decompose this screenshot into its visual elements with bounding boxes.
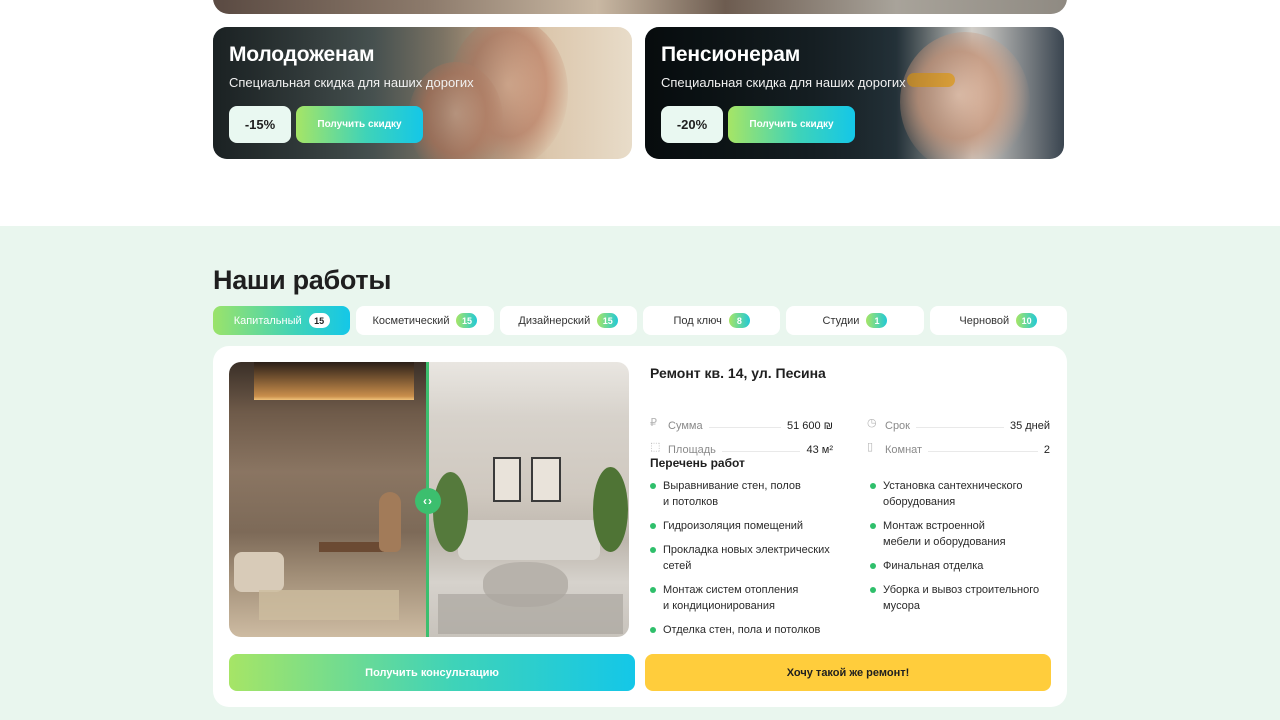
tab-rough[interactable]: Черновой 10 [929,306,1067,335]
clock-icon: ◷ [867,417,877,429]
list-item: Выравнивание стен, полов и потолков [650,478,801,510]
tab-label: Косметический [372,314,450,327]
discount-badge: -15% [229,106,291,143]
list-item: Гидроизоляция помещений [650,518,803,534]
section-title: Наши работы [213,265,392,295]
tab-label: Капитальный [233,314,302,327]
tab-turnkey[interactable]: Под ключ 8 [642,306,781,335]
list-item: Уборка и вывоз строительного мусора [870,582,1039,614]
spec-value: 2 [1043,444,1050,456]
works-section: Наши работы Капитальный 15 Косметический… [0,226,1280,720]
promo-subtitle: Специальная скидка для наших дорогих [229,75,474,90]
vase [379,492,401,552]
promo-card-newlyweds: Молодоженам Специальная скидка для наших… [213,27,632,159]
list-item: Установка сантехнического оборудования [870,478,1023,510]
wall-art [493,457,521,502]
list-item: Отделка стен, пола и потолков [650,622,820,638]
tab-capital[interactable]: Капитальный 15 [213,306,351,335]
spec-rooms: ▯ Комнат 2 [867,438,1050,457]
door-icon: ▯ [867,441,874,453]
list-item: Прокладка новых электрических сетей [650,542,830,574]
project-info: Ремонт кв. 14, ул. Песина ₽ Сумма 51 600… [650,362,1050,636]
before-image [229,362,428,637]
discount-badge: -20% [661,106,723,143]
spec-value: 51 600 ₪ [786,420,833,432]
tab-count: 15 [456,313,478,328]
previous-card-image [213,0,1067,14]
spec-label: Срок [885,420,910,432]
promo-subtitle: Специальная скидка для наших дорогих [661,75,906,90]
tab-studios[interactable]: Студии 1 [786,306,924,335]
get-consultation-button[interactable]: Получить консультацию [229,654,635,691]
sofa [458,520,600,560]
want-same-renovation-button[interactable]: Хочу такой же ремонт! [645,654,1051,691]
spec-label: Комнат [885,444,923,456]
spec-label: Площадь [668,444,716,456]
wall-art [531,457,561,502]
tab-count: 8 [728,313,750,328]
tab-cosmetic[interactable]: Косметический 15 [356,306,494,335]
spec-value: 35 дней [1009,420,1050,432]
get-discount-button[interactable]: Получить скидку [296,106,423,143]
spec-area: ⬚ Площадь 43 м² [650,438,833,457]
tab-count: 15 [597,313,619,328]
project-title: Ремонт кв. 14, ул. Песина [650,365,826,381]
project-card: ‹› Ремонт кв. 14, ул. Песина ₽ Сумма 51 … [213,346,1067,707]
promo-title: Пенсионерам [661,43,801,66]
promo-title: Молодоженам [229,43,375,66]
armchair [234,552,284,592]
tab-count: 1 [866,313,888,328]
spec-sum: ₽ Сумма 51 600 ₪ [650,414,833,433]
tab-label: Под ключ [673,314,722,327]
plant [593,467,628,552]
spec-value: 43 м² [806,444,833,456]
promo-card-pensioners: Пенсионерам Специальная скидка для наших… [645,27,1064,159]
rug [259,590,399,620]
before-after-slider[interactable]: ‹› [229,362,629,637]
after-image [428,362,629,637]
tab-label: Черновой [959,314,1010,327]
rug [438,594,623,634]
tab-count: 15 [308,313,330,328]
tab-label: Дизайнерский [518,314,591,327]
slider-handle-icon[interactable]: ‹› [415,488,441,514]
tab-label: Студии [822,314,860,327]
spec-term: ◷ Срок 35 дней [867,414,1050,433]
tab-designer[interactable]: Дизайнерский 15 [499,306,637,335]
page: Молодоженам Специальная скидка для наших… [0,0,1280,720]
list-item: Монтаж встроенной мебели и оборудования [870,518,1006,550]
ruble-icon: ₽ [650,417,657,429]
category-tabs: Капитальный 15 Косметический 15 Дизайнер… [213,306,1067,335]
get-discount-button[interactable]: Получить скидку [728,106,855,143]
tab-count: 10 [1016,313,1038,328]
list-item: Монтаж систем отопления и кондиционирова… [650,582,798,614]
works-list-title: Перечень работ [650,456,745,470]
bench [319,542,384,552]
list-item: Финальная отделка [870,558,983,574]
spec-label: Сумма [668,420,703,432]
area-icon: ⬚ [650,441,661,453]
plant [433,472,468,552]
